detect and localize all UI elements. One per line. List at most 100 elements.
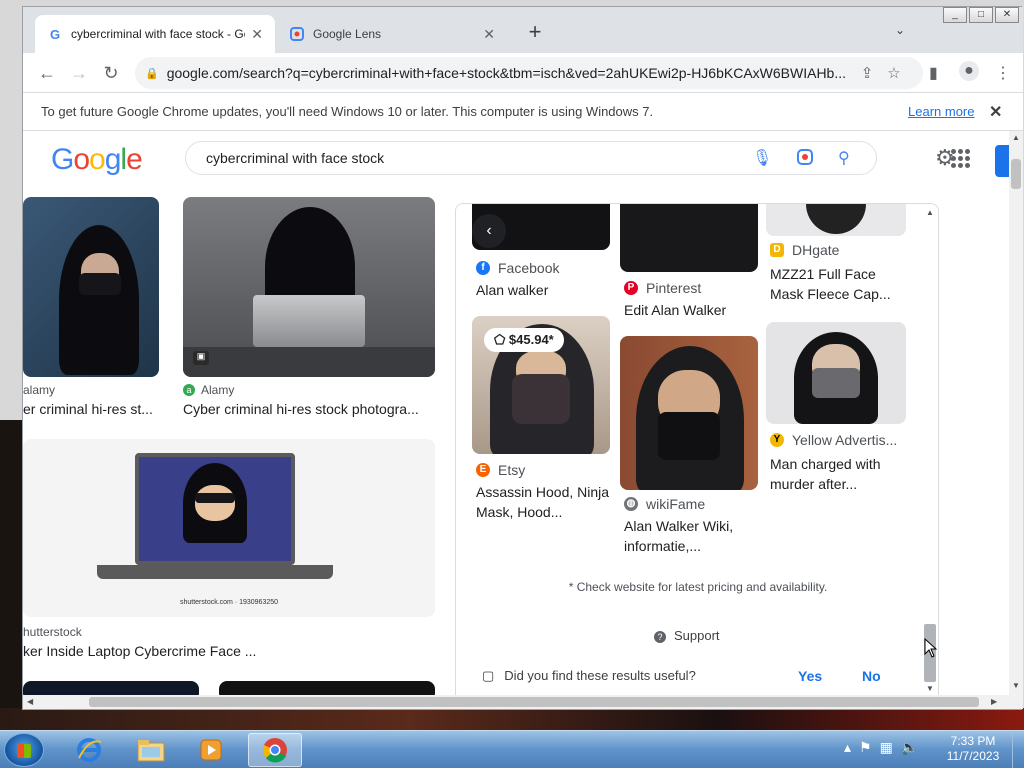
lock-icon[interactable]: 🔒 — [145, 67, 159, 80]
url-text[interactable]: google.com/search?q=cybercriminal+with+f… — [167, 65, 847, 81]
tab-google-search[interactable]: G cybercriminal with face stock - Go ✕ — [35, 15, 275, 53]
reload-icon[interactable]: ↻ — [99, 61, 123, 85]
page-horizontal-scrollbar[interactable]: ◀ ▶ — [23, 695, 1023, 709]
panel-source[interactable]: D DHgate — [770, 242, 839, 258]
side-panel-icon[interactable]: ▮ — [929, 63, 938, 83]
forward-arrow-icon[interactable]: → — [67, 61, 91, 85]
new-tab-button[interactable]: + — [523, 21, 547, 43]
media-player-icon[interactable] — [184, 733, 238, 767]
panel-image[interactable] — [620, 336, 758, 490]
back-chevron-icon[interactable]: ‹ — [472, 214, 506, 248]
panel-caption[interactable]: Alan walker — [476, 280, 616, 300]
alamy-icon: a — [183, 384, 195, 396]
panel-caption[interactable]: Edit Alan Walker — [624, 300, 764, 320]
close-tab-icon[interactable]: ✕ — [483, 26, 495, 43]
maximize-button[interactable]: □ — [969, 7, 993, 23]
volume-icon[interactable]: 🔈 — [901, 739, 918, 756]
panel-caption[interactable]: Man charged with murder after... — [770, 454, 910, 494]
info-bar-message: To get future Google Chrome updates, you… — [41, 104, 654, 119]
taskbar-clock[interactable]: 7:33 PM 11/7/2023 — [942, 734, 1004, 764]
google-lens-icon — [289, 26, 305, 42]
result-image[interactable]: shutterstock.com · 1930963250 — [23, 439, 435, 617]
panel-image[interactable] — [620, 204, 758, 272]
result-image[interactable] — [23, 681, 199, 695]
panel-scrollbar[interactable]: ▲ ▼ — [922, 204, 938, 695]
google-lens-icon[interactable] — [796, 148, 814, 171]
microphone-icon[interactable]: 🎙 — [752, 148, 772, 168]
panel-caption[interactable]: MZZ21 Full Face Mask Fleece Cap... — [770, 264, 910, 304]
panel-image[interactable]: ⬠ $45.94* — [472, 316, 610, 454]
close-window-button[interactable]: ✕ — [995, 7, 1019, 23]
page-scrollbar-thumb[interactable] — [1011, 159, 1021, 189]
page-vertical-scrollbar[interactable]: ▲ ▼ — [1009, 131, 1023, 695]
panel-caption[interactable]: Assassin Hood, Ninja Mask, Hood... — [476, 482, 616, 522]
scroll-down-icon[interactable]: ▼ — [926, 684, 934, 693]
search-query[interactable]: cybercriminal with face stock — [206, 150, 384, 166]
panel-image[interactable] — [766, 204, 906, 236]
horizontal-scrollbar-thumb[interactable] — [89, 697, 979, 707]
search-icon[interactable]: ⚲ — [838, 148, 850, 168]
support-link[interactable]: ? Support — [654, 628, 720, 643]
panel-image[interactable] — [766, 322, 906, 424]
result-source[interactable]: alamy — [23, 383, 55, 397]
panel-source[interactable]: P Pinterest — [624, 280, 701, 296]
file-explorer-icon[interactable] — [124, 733, 178, 767]
mouse-cursor-icon — [924, 638, 938, 658]
scroll-up-icon[interactable]: ▲ — [1012, 133, 1020, 142]
kebab-menu-icon[interactable]: ⋮ — [995, 63, 1011, 83]
panel-caption[interactable]: Alan Walker Wiki, informatie,... — [624, 516, 764, 556]
google-logo[interactable]: Google — [51, 143, 143, 177]
start-button[interactable] — [4, 733, 44, 767]
address-bar[interactable]: 🔒 google.com/search?q=cybercriminal+with… — [135, 57, 923, 89]
result-source[interactable]: a Alamy — [183, 383, 234, 397]
system-tray: ▴ ⚑ ▦ 🔈 — [844, 739, 918, 756]
result-caption[interactable]: Cyber criminal hi-res stock photogra... — [183, 401, 435, 417]
bookmark-star-icon[interactable]: ☆ — [887, 64, 900, 82]
scroll-down-icon[interactable]: ▼ — [1012, 681, 1020, 690]
tab-google-lens[interactable]: Google Lens ✕ — [277, 15, 507, 53]
feedback-prompt: ▢ Did you find these results useful? — [482, 668, 696, 683]
panel-source[interactable]: Y Yellow Advertis... — [770, 432, 897, 448]
etsy-icon: E — [476, 463, 490, 477]
close-tab-icon[interactable]: ✕ — [251, 26, 263, 43]
result-image[interactable] — [219, 681, 435, 695]
result-image[interactable] — [23, 197, 159, 377]
panel-source[interactable]: f Facebook — [476, 260, 559, 276]
back-arrow-icon[interactable]: ← — [35, 61, 59, 85]
result-caption[interactable]: er criminal hi-res st... — [23, 401, 159, 417]
tab-search-chevron-icon[interactable]: ⌄ — [895, 23, 905, 37]
show-desktop-button[interactable] — [1012, 731, 1024, 768]
yes-button[interactable]: Yes — [798, 668, 822, 684]
tray-expand-icon[interactable]: ▴ — [844, 739, 851, 756]
price-tag-icon: ⬠ — [494, 332, 509, 347]
search-input[interactable]: cybercriminal with face stock 🎙 ⚲ — [185, 141, 877, 175]
result-source[interactable]: hutterstock — [23, 625, 82, 639]
panel-source[interactable]: ◍ wikiFame — [624, 496, 705, 512]
result-image[interactable]: ▣ — [183, 197, 435, 377]
panel-source[interactable]: E Etsy — [476, 462, 525, 478]
minimize-button[interactable]: _ — [943, 7, 967, 23]
learn-more-link[interactable]: Learn more — [908, 104, 974, 119]
scroll-up-icon[interactable]: ▲ — [926, 208, 934, 217]
apps-grid-icon[interactable] — [951, 149, 971, 168]
close-icon[interactable]: ✕ — [989, 102, 1002, 122]
action-center-flag-icon[interactable]: ⚑ — [859, 739, 872, 756]
clock-date: 11/7/2023 — [946, 749, 1000, 763]
chrome-taskbar-icon[interactable] — [248, 733, 302, 767]
search-results-page: Google cybercriminal with face stock 🎙 ⚲… — [23, 131, 1009, 695]
desktop-wallpaper-bottom — [0, 708, 1024, 730]
profile-avatar-icon[interactable]: ● — [959, 61, 979, 81]
no-button[interactable]: No — [862, 668, 881, 684]
windows-taskbar: ▴ ⚑ ▦ 🔈 7:33 PM 11/7/2023 — [0, 730, 1024, 768]
internet-explorer-icon[interactable] — [62, 733, 116, 767]
scroll-left-icon[interactable]: ◀ — [27, 697, 33, 706]
feedback-icon: ▢ — [482, 668, 495, 683]
scroll-right-icon[interactable]: ▶ — [991, 697, 997, 706]
pinterest-icon: P — [624, 281, 638, 295]
share-icon[interactable]: ⇪ — [861, 64, 874, 82]
sign-in-button[interactable] — [995, 145, 1009, 177]
network-icon[interactable]: ▦ — [880, 739, 893, 756]
image-icon: ▣ — [193, 351, 209, 365]
result-caption[interactable]: ker Inside Laptop Cybercrime Face ... — [23, 643, 435, 659]
price-tag[interactable]: ⬠ $45.94* — [484, 328, 564, 352]
